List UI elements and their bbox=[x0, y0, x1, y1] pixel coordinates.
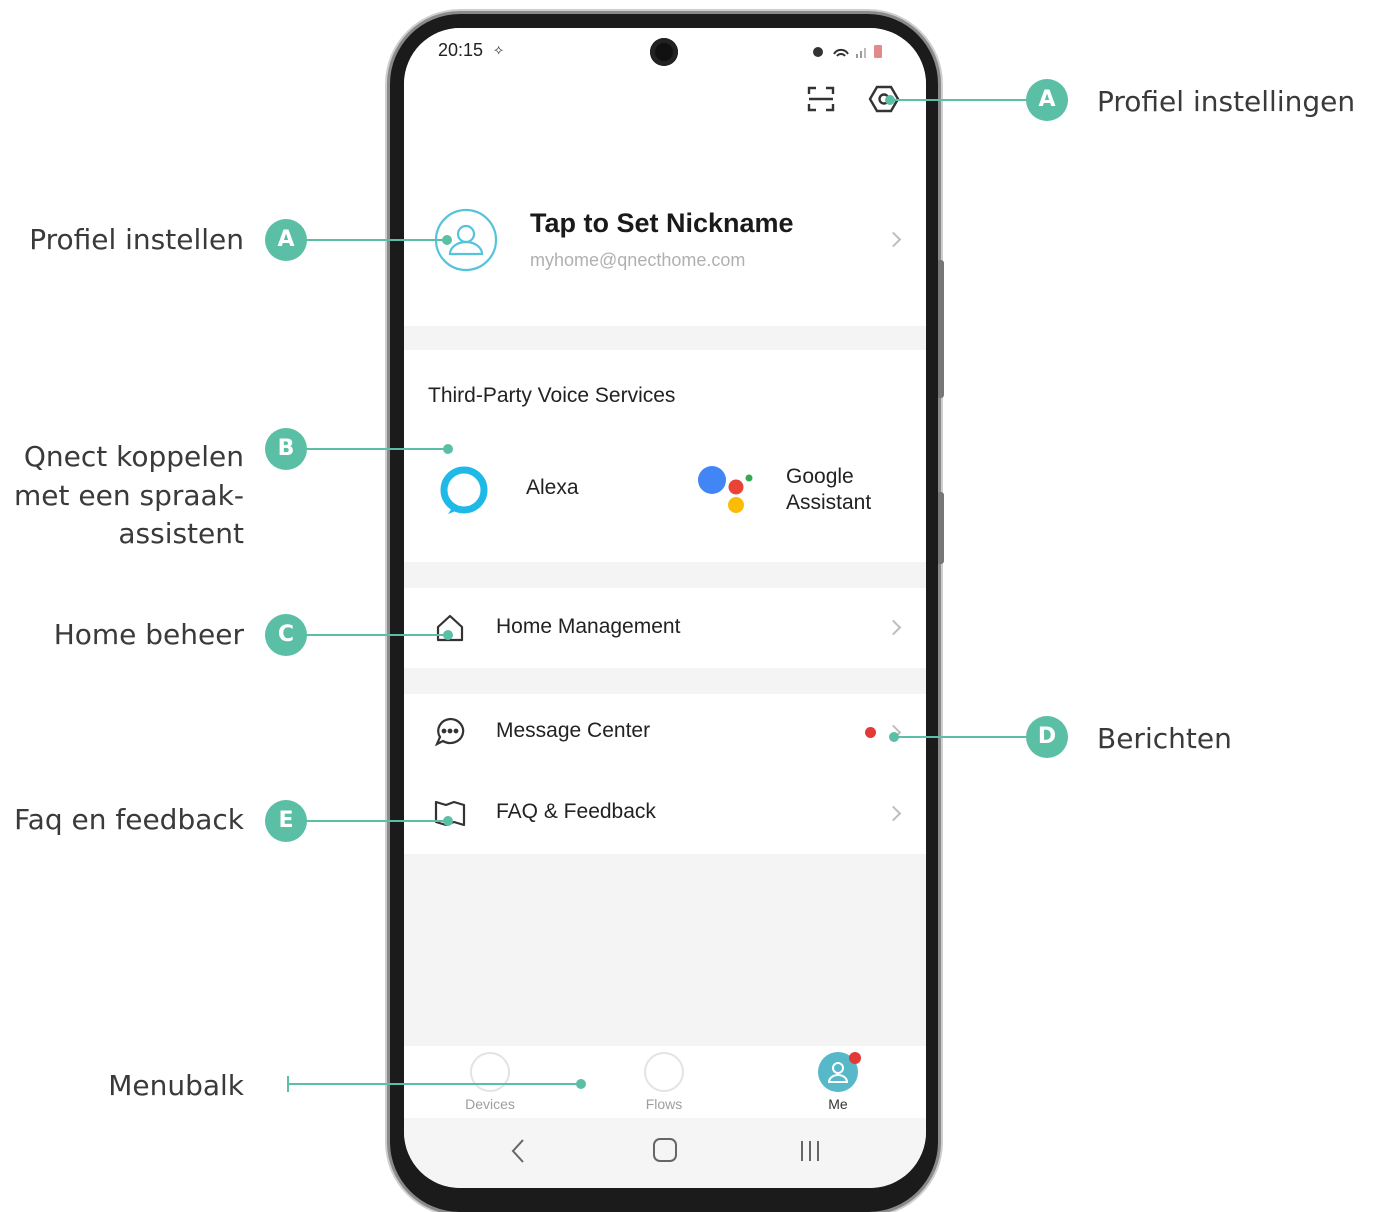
callout-line bbox=[305, 820, 448, 822]
google-assistant-label-line2[interactable]: Assistant bbox=[786, 490, 871, 516]
callout-line bbox=[287, 1083, 581, 1085]
email-label: myhome@qnecthome.com bbox=[530, 250, 746, 270]
callout-badge-c: C bbox=[265, 614, 307, 656]
phone-power-button bbox=[938, 492, 944, 564]
notification-dot bbox=[865, 727, 876, 738]
tab-me[interactable]: Me bbox=[798, 1050, 878, 1116]
callout-label-menubar: Menubalk bbox=[108, 1069, 244, 1102]
callout-pointer bbox=[576, 1079, 586, 1089]
callout-pointer bbox=[443, 816, 453, 826]
wifi-sync-icon: ⟡ bbox=[494, 42, 504, 58]
recent-apps-icon[interactable] bbox=[798, 1138, 822, 1164]
scan-icon[interactable] bbox=[806, 84, 836, 114]
callout-label-voice-line1: Qnect koppelen bbox=[23, 440, 244, 473]
google-assistant-label-line1[interactable]: Google bbox=[786, 464, 854, 490]
profile-row[interactable]: Tap to Set Nickname myhome@qnecthome.com bbox=[404, 198, 926, 288]
callout-pointer bbox=[442, 235, 452, 245]
callout-badge-a: A bbox=[265, 219, 307, 261]
google-assistant-option[interactable]: Google Assistant bbox=[694, 456, 904, 522]
voice-services-heading: Third-Party Voice Services bbox=[428, 384, 676, 407]
back-icon[interactable] bbox=[506, 1136, 530, 1166]
chevron-right-icon bbox=[885, 231, 902, 248]
callout-line bbox=[305, 448, 448, 450]
message-center-row[interactable]: Message Center bbox=[404, 694, 926, 774]
callout-label-voice-line2: met een spraak- bbox=[14, 479, 244, 512]
callout-line bbox=[305, 239, 448, 241]
me-notification-dot bbox=[849, 1052, 861, 1064]
system-nav-bar bbox=[404, 1118, 926, 1188]
callout-line bbox=[305, 634, 448, 636]
google-assistant-logo-icon bbox=[694, 460, 754, 516]
tab-devices-label[interactable]: Devices bbox=[450, 1096, 530, 1112]
flows-icon bbox=[644, 1052, 684, 1092]
callout-pointer bbox=[443, 444, 453, 454]
tab-flows-label[interactable]: Flows bbox=[624, 1096, 704, 1112]
phone-screen: 20:15 ⟡ Tap to Set Nickname myhome@qnect… bbox=[404, 28, 926, 1188]
camera-cutout bbox=[650, 38, 678, 66]
home-button-icon[interactable] bbox=[653, 1138, 677, 1162]
callout-badge-d: D bbox=[1026, 716, 1068, 758]
alexa-label[interactable]: Alexa bbox=[526, 476, 579, 500]
callout-label-profile-settings: Profiel instellingen bbox=[1097, 85, 1356, 118]
callout-label-home: Home beheer bbox=[53, 618, 244, 651]
status-time: 20:15 bbox=[438, 40, 484, 60]
home-management-label[interactable]: Home Management bbox=[496, 615, 680, 639]
callout-line bbox=[894, 736, 1030, 738]
callout-label-profile-setup: Profiel instellen bbox=[29, 223, 244, 256]
callout-label-messages: Berichten bbox=[1097, 722, 1232, 755]
callout-line bbox=[890, 99, 1030, 101]
callout-pointer bbox=[443, 630, 453, 640]
callout-label-voice-line3: assistent bbox=[118, 517, 244, 550]
status-icons bbox=[812, 42, 892, 60]
alexa-option[interactable]: Alexa bbox=[434, 460, 634, 520]
phone-volume-button bbox=[938, 260, 944, 398]
alexa-logo-icon bbox=[438, 464, 490, 516]
faq-feedback-row[interactable]: FAQ & Feedback bbox=[404, 776, 926, 852]
devices-icon bbox=[470, 1052, 510, 1092]
tab-flows[interactable]: Flows bbox=[624, 1050, 704, 1116]
callout-badge-b: B bbox=[265, 428, 307, 470]
message-center-label[interactable]: Message Center bbox=[496, 719, 650, 743]
nickname-label[interactable]: Tap to Set Nickname bbox=[530, 208, 794, 239]
callout-badge-e: E bbox=[265, 800, 307, 842]
callout-label-faq: Faq en feedback bbox=[14, 803, 244, 836]
chat-bubble-icon bbox=[434, 716, 466, 748]
tab-me-label[interactable]: Me bbox=[798, 1096, 878, 1112]
faq-feedback-label[interactable]: FAQ & Feedback bbox=[496, 800, 656, 824]
chevron-right-icon bbox=[885, 805, 902, 822]
callout-badge-a: A bbox=[1026, 79, 1068, 121]
